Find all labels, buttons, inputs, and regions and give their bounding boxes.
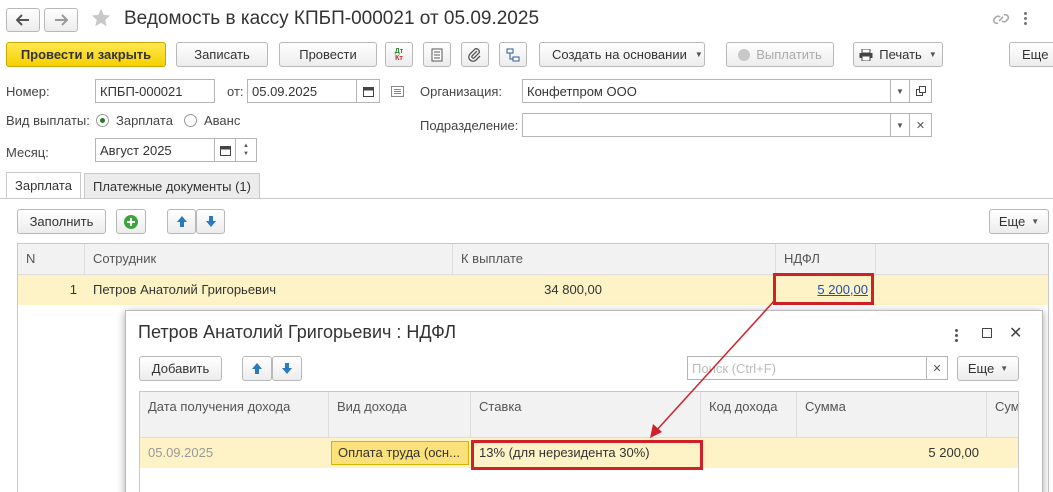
annotation-arrow [650, 299, 776, 438]
